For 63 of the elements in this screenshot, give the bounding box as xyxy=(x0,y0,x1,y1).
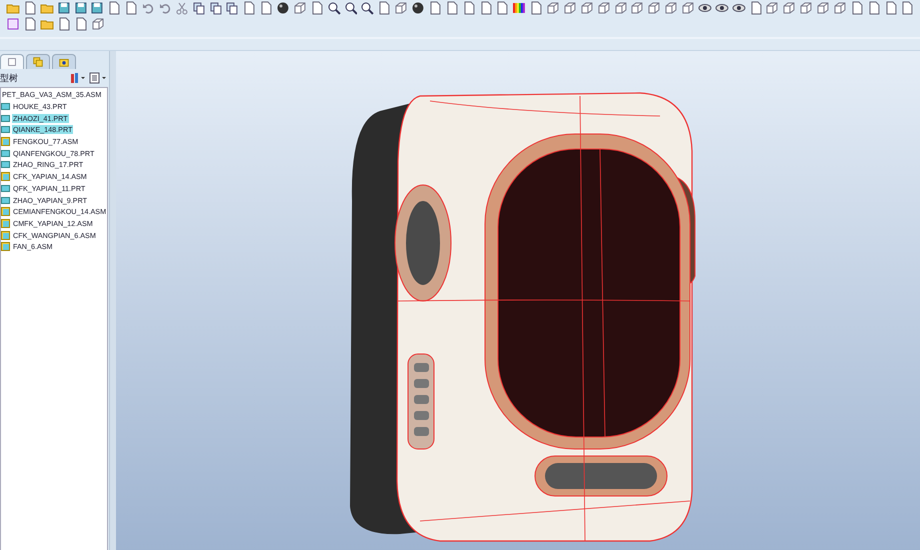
page-icon[interactable] xyxy=(124,1,138,15)
page-icon[interactable] xyxy=(242,1,256,15)
copy-icon[interactable] xyxy=(208,1,222,15)
copy-icon[interactable] xyxy=(225,1,240,15)
panel-tab[interactable] xyxy=(52,54,76,69)
page-icon[interactable] xyxy=(22,1,37,15)
page-icon[interactable] xyxy=(850,1,864,15)
page-icon[interactable] xyxy=(495,1,510,15)
page-icon[interactable] xyxy=(444,1,459,15)
page-icon[interactable] xyxy=(310,1,324,15)
color-bars-icon[interactable] xyxy=(512,1,526,15)
zoom-icon[interactable] xyxy=(344,1,358,15)
page-icon[interactable] xyxy=(866,1,880,15)
cube-icon[interactable] xyxy=(562,1,577,15)
page-icon[interactable] xyxy=(748,1,762,15)
cube-icon[interactable] xyxy=(799,1,813,15)
panel-title: 型树 xyxy=(0,72,19,84)
cube-icon[interactable] xyxy=(681,1,695,15)
cube-icon[interactable] xyxy=(546,1,560,15)
page-icon[interactable] xyxy=(462,1,476,15)
cube-icon[interactable] xyxy=(816,1,830,15)
page-icon[interactable] xyxy=(259,1,273,15)
page-icon[interactable] xyxy=(57,17,71,31)
cube-icon[interactable] xyxy=(614,1,628,15)
page-icon[interactable] xyxy=(107,1,122,15)
undo-icon[interactable] xyxy=(141,1,155,15)
page-icon[interactable] xyxy=(900,1,914,15)
page-icon[interactable] xyxy=(74,17,88,31)
cube-icon[interactable] xyxy=(596,1,610,15)
page-icon xyxy=(6,56,18,68)
assembly-icon xyxy=(1,137,10,146)
panel-tab[interactable] xyxy=(0,54,24,69)
cube-icon[interactable] xyxy=(782,1,796,15)
eye-icon[interactable] xyxy=(732,1,746,15)
page-icon[interactable] xyxy=(377,1,392,15)
page-icon[interactable] xyxy=(428,1,442,15)
cube-icon[interactable] xyxy=(394,1,408,15)
sphere-icon[interactable] xyxy=(276,1,290,15)
cube-icon[interactable] xyxy=(580,1,594,15)
cube-icon[interactable] xyxy=(664,1,678,15)
undo-icon[interactable] xyxy=(158,1,172,15)
copy-icon[interactable] xyxy=(192,1,206,15)
cube-icon[interactable] xyxy=(832,1,847,15)
page-icon[interactable] xyxy=(529,1,543,15)
zoom-icon[interactable] xyxy=(326,1,340,15)
folder-icon xyxy=(58,56,70,68)
page-icon[interactable] xyxy=(478,1,492,15)
square-icon[interactable] xyxy=(6,17,20,31)
cube-icon[interactable] xyxy=(292,1,307,15)
assembly-icon xyxy=(1,172,10,182)
eye-icon[interactable] xyxy=(714,1,729,15)
tools-icon[interactable] xyxy=(70,72,86,84)
folders-icon xyxy=(32,56,44,68)
cube-icon[interactable] xyxy=(630,1,644,15)
zoom-icon[interactable] xyxy=(360,1,374,15)
page-icon[interactable] xyxy=(884,1,898,15)
cube-icon[interactable] xyxy=(765,1,780,15)
page-icon[interactable] xyxy=(23,17,37,31)
cube-icon[interactable] xyxy=(91,17,105,31)
cube-icon[interactable] xyxy=(647,1,662,15)
sphere-icon[interactable] xyxy=(411,1,425,15)
list-icon[interactable] xyxy=(89,72,108,84)
eye-icon[interactable] xyxy=(698,1,712,15)
